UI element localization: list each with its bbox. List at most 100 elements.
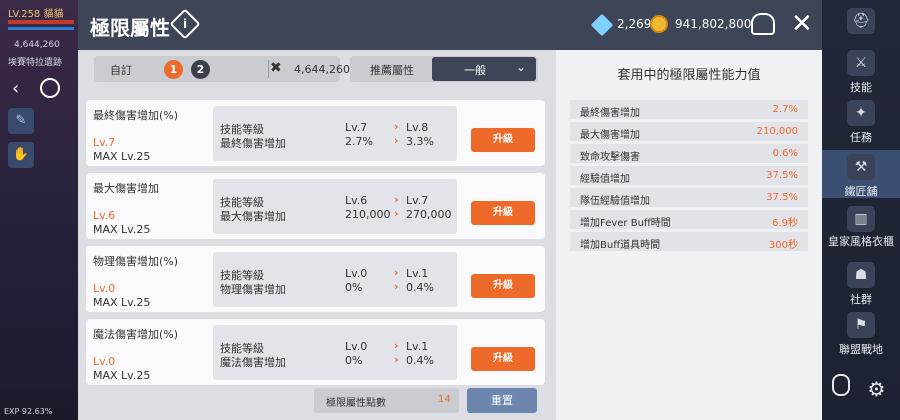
chevron-right-icon: ›: [394, 339, 399, 352]
preset-toolbar: 自訂 1 2 ✖ 4,644,260: [94, 56, 350, 82]
stat-key-effect: 物理傷害增加: [220, 283, 286, 296]
applied-stats-panel: 套用中的極限屬性能力值 最終傷害增加 2.7% 最大傷害增加 210,000 致命攻…: [556, 50, 822, 420]
hp-bar: [8, 20, 74, 24]
attribute-card: 物理傷害增加(%) Lv.0 MAX Lv.25 技能等級 物理傷害增加 Lv.…: [86, 246, 545, 312]
stat-row: 最大傷害增加 210,000: [570, 122, 808, 141]
points-value: 14: [438, 394, 451, 405]
player-level: LV.258 貓貓: [8, 9, 64, 20]
close-icon[interactable]: ✕: [791, 10, 813, 38]
attribute-name: 魔法傷害增加(%): [93, 328, 179, 341]
sidebar-item-alliance[interactable]: ⚑ 聯盟戰地: [822, 312, 900, 357]
next-level: Lv.8: [406, 121, 429, 134]
applied-stats-title: 套用中的極限屬性能力值: [617, 68, 761, 83]
next-level: Lv.7: [406, 194, 429, 207]
attribute-level: Lv.0: [93, 282, 116, 295]
gear-icon[interactable]: ⚙: [868, 377, 886, 401]
quest-icon: ✦: [847, 100, 875, 126]
upgrade-button[interactable]: 升級: [471, 274, 535, 298]
stat-row: 增加Fever Buff時間 6.9秒: [570, 210, 808, 229]
upgrade-button[interactable]: 升級: [471, 347, 535, 371]
next-value: 3.3%: [406, 135, 434, 148]
chevron-right-icon: ›: [394, 207, 399, 220]
stat-row: 最終傷害增加 2.7%: [570, 100, 808, 119]
gold-coin-icon: [650, 15, 668, 33]
next-level: Lv.1: [406, 340, 429, 353]
wardrobe-icon: ▥: [847, 206, 875, 232]
attribute-name: 物理傷害增加(%): [93, 255, 179, 268]
attribute-name: 最大傷害增加: [93, 182, 159, 195]
clock-icon[interactable]: [40, 78, 60, 98]
sidebar-item-quest[interactable]: ✦ 任務: [822, 100, 900, 145]
hud-left: LV.258 貓貓 4,644,260 埃賽特拉遺跡 ‹ ✎ ✋ EXP 92.…: [0, 0, 78, 420]
attribute-max-level: MAX Lv.25: [93, 150, 151, 163]
attribute-max-level: MAX Lv.25: [93, 223, 151, 236]
stat-preview: 技能等級 最大傷害增加 Lv.6 210,000 › › Lv.7 270,00…: [213, 179, 457, 234]
settings-row: ⚙: [822, 374, 900, 401]
recommend-value: 一般: [464, 64, 486, 77]
crossed-swords-icon: ✖: [270, 60, 282, 76]
recommend-select[interactable]: 一般 ⌄: [432, 57, 536, 81]
next-value: 0.4%: [406, 354, 434, 367]
mp-bar: [8, 27, 74, 30]
stat-preview: 技能等級 物理傷害增加 Lv.0 0% › › Lv.1 0.4%: [213, 252, 457, 307]
points-box: 極限屬性點數 14: [314, 388, 459, 413]
gem-icon: [590, 13, 614, 37]
stat-row: 隊伍經驗值增加 37.5%: [570, 188, 808, 207]
lock-icon[interactable]: [832, 374, 850, 396]
current-value: 0%: [345, 354, 363, 367]
attribute-card: 魔法傷害增加(%) Lv.0 MAX Lv.25 技能等級 魔法傷害增加 Lv.…: [86, 319, 545, 385]
info-icon[interactable]: i: [169, 8, 201, 40]
current-value: 2.7%: [345, 135, 373, 148]
current-level: Lv.0: [345, 340, 368, 353]
chevron-down-icon: ⌄: [516, 60, 527, 74]
handshake-icon[interactable]: ✋: [8, 142, 34, 168]
attribute-card: 最終傷害增加(%) Lv.7 MAX Lv.25 技能等級 最終傷害增加 Lv.…: [86, 100, 545, 166]
current-value: 0%: [345, 281, 363, 294]
sidebar-item-skill[interactable]: ⚔ 技能: [822, 50, 900, 95]
attribute-level: Lv.6: [93, 209, 116, 222]
attribute-level: Lv.0: [93, 355, 116, 368]
next-value: 270,000: [406, 208, 452, 221]
stat-preview: 技能等級 最終傷害增加 Lv.7 2.7% › › Lv.8 3.3%: [213, 106, 457, 161]
attribute-card: 最大傷害增加 Lv.6 MAX Lv.25 技能等級 最大傷害增加 Lv.6 2…: [86, 173, 545, 239]
extreme-attribute-modal: 極限屬性 i 2,269 941,802,800 ✕ 自訂 1 2 ✖ 4,64…: [78, 0, 822, 420]
back-arrow-icon[interactable]: ‹: [12, 78, 19, 99]
current-value: 210,000: [345, 208, 391, 221]
preset-2-button[interactable]: 2: [191, 60, 210, 79]
upgrade-button[interactable]: 升級: [471, 128, 535, 152]
recommend-box: 推薦屬性 一般 ⌄: [350, 56, 538, 82]
stat-preview: 技能等級 魔法傷害增加 Lv.0 0% › › Lv.1 0.4%: [213, 325, 457, 380]
attribute-max-level: MAX Lv.25: [93, 369, 151, 382]
chevron-right-icon: ›: [394, 120, 399, 133]
stat-row: 增加Buff道具時間 300秒: [570, 232, 808, 251]
attribute-max-level: MAX Lv.25: [93, 296, 151, 309]
current-level: Lv.0: [345, 267, 368, 280]
sidebar-item-smithy[interactable]: ⚒ 鐵匠舖: [822, 150, 900, 198]
points-label: 極限屬性點數: [326, 398, 386, 409]
stat-key-effect: 最大傷害增加: [220, 210, 286, 223]
current-level: Lv.7: [345, 121, 368, 134]
recommend-label: 推薦屬性: [370, 64, 414, 77]
reset-button[interactable]: 重置: [467, 388, 537, 413]
stat-key-effect: 魔法傷害增加: [220, 356, 286, 369]
hat-icon[interactable]: ⛑: [822, 8, 900, 37]
location-label[interactable]: 埃賽特拉遺跡: [8, 55, 62, 68]
skill-icon: ⚔: [847, 50, 875, 76]
community-icon: ☗: [847, 262, 875, 288]
anvil-icon: ⚒: [847, 154, 875, 180]
cooking-pot-icon[interactable]: [751, 13, 775, 35]
chevron-right-icon: ›: [394, 266, 399, 279]
alliance-icon: ⚑: [847, 312, 875, 338]
combat-power: 4,644,260: [294, 63, 350, 76]
next-level: Lv.1: [406, 267, 429, 280]
upgrade-button[interactable]: 升級: [471, 201, 535, 225]
gold-count: 941,802,800: [675, 17, 752, 31]
stat-key-effect: 最終傷害增加: [220, 137, 286, 150]
sidebar-item-community[interactable]: ☗ 社群: [822, 262, 900, 307]
attribute-list-panel: 自訂 1 2 ✖ 4,644,260 推薦屬性 一般 ⌄ 最終傷害增加(%) L…: [78, 50, 556, 420]
preset-1-button[interactable]: 1: [164, 60, 183, 79]
exp-label: EXP 92.63%: [4, 407, 53, 416]
buff-slot-icon[interactable]: ✎: [8, 108, 34, 134]
chevron-right-icon: ›: [394, 193, 399, 206]
sidebar-item-wardrobe[interactable]: ▥ 皇家風格衣櫃: [822, 206, 900, 248]
